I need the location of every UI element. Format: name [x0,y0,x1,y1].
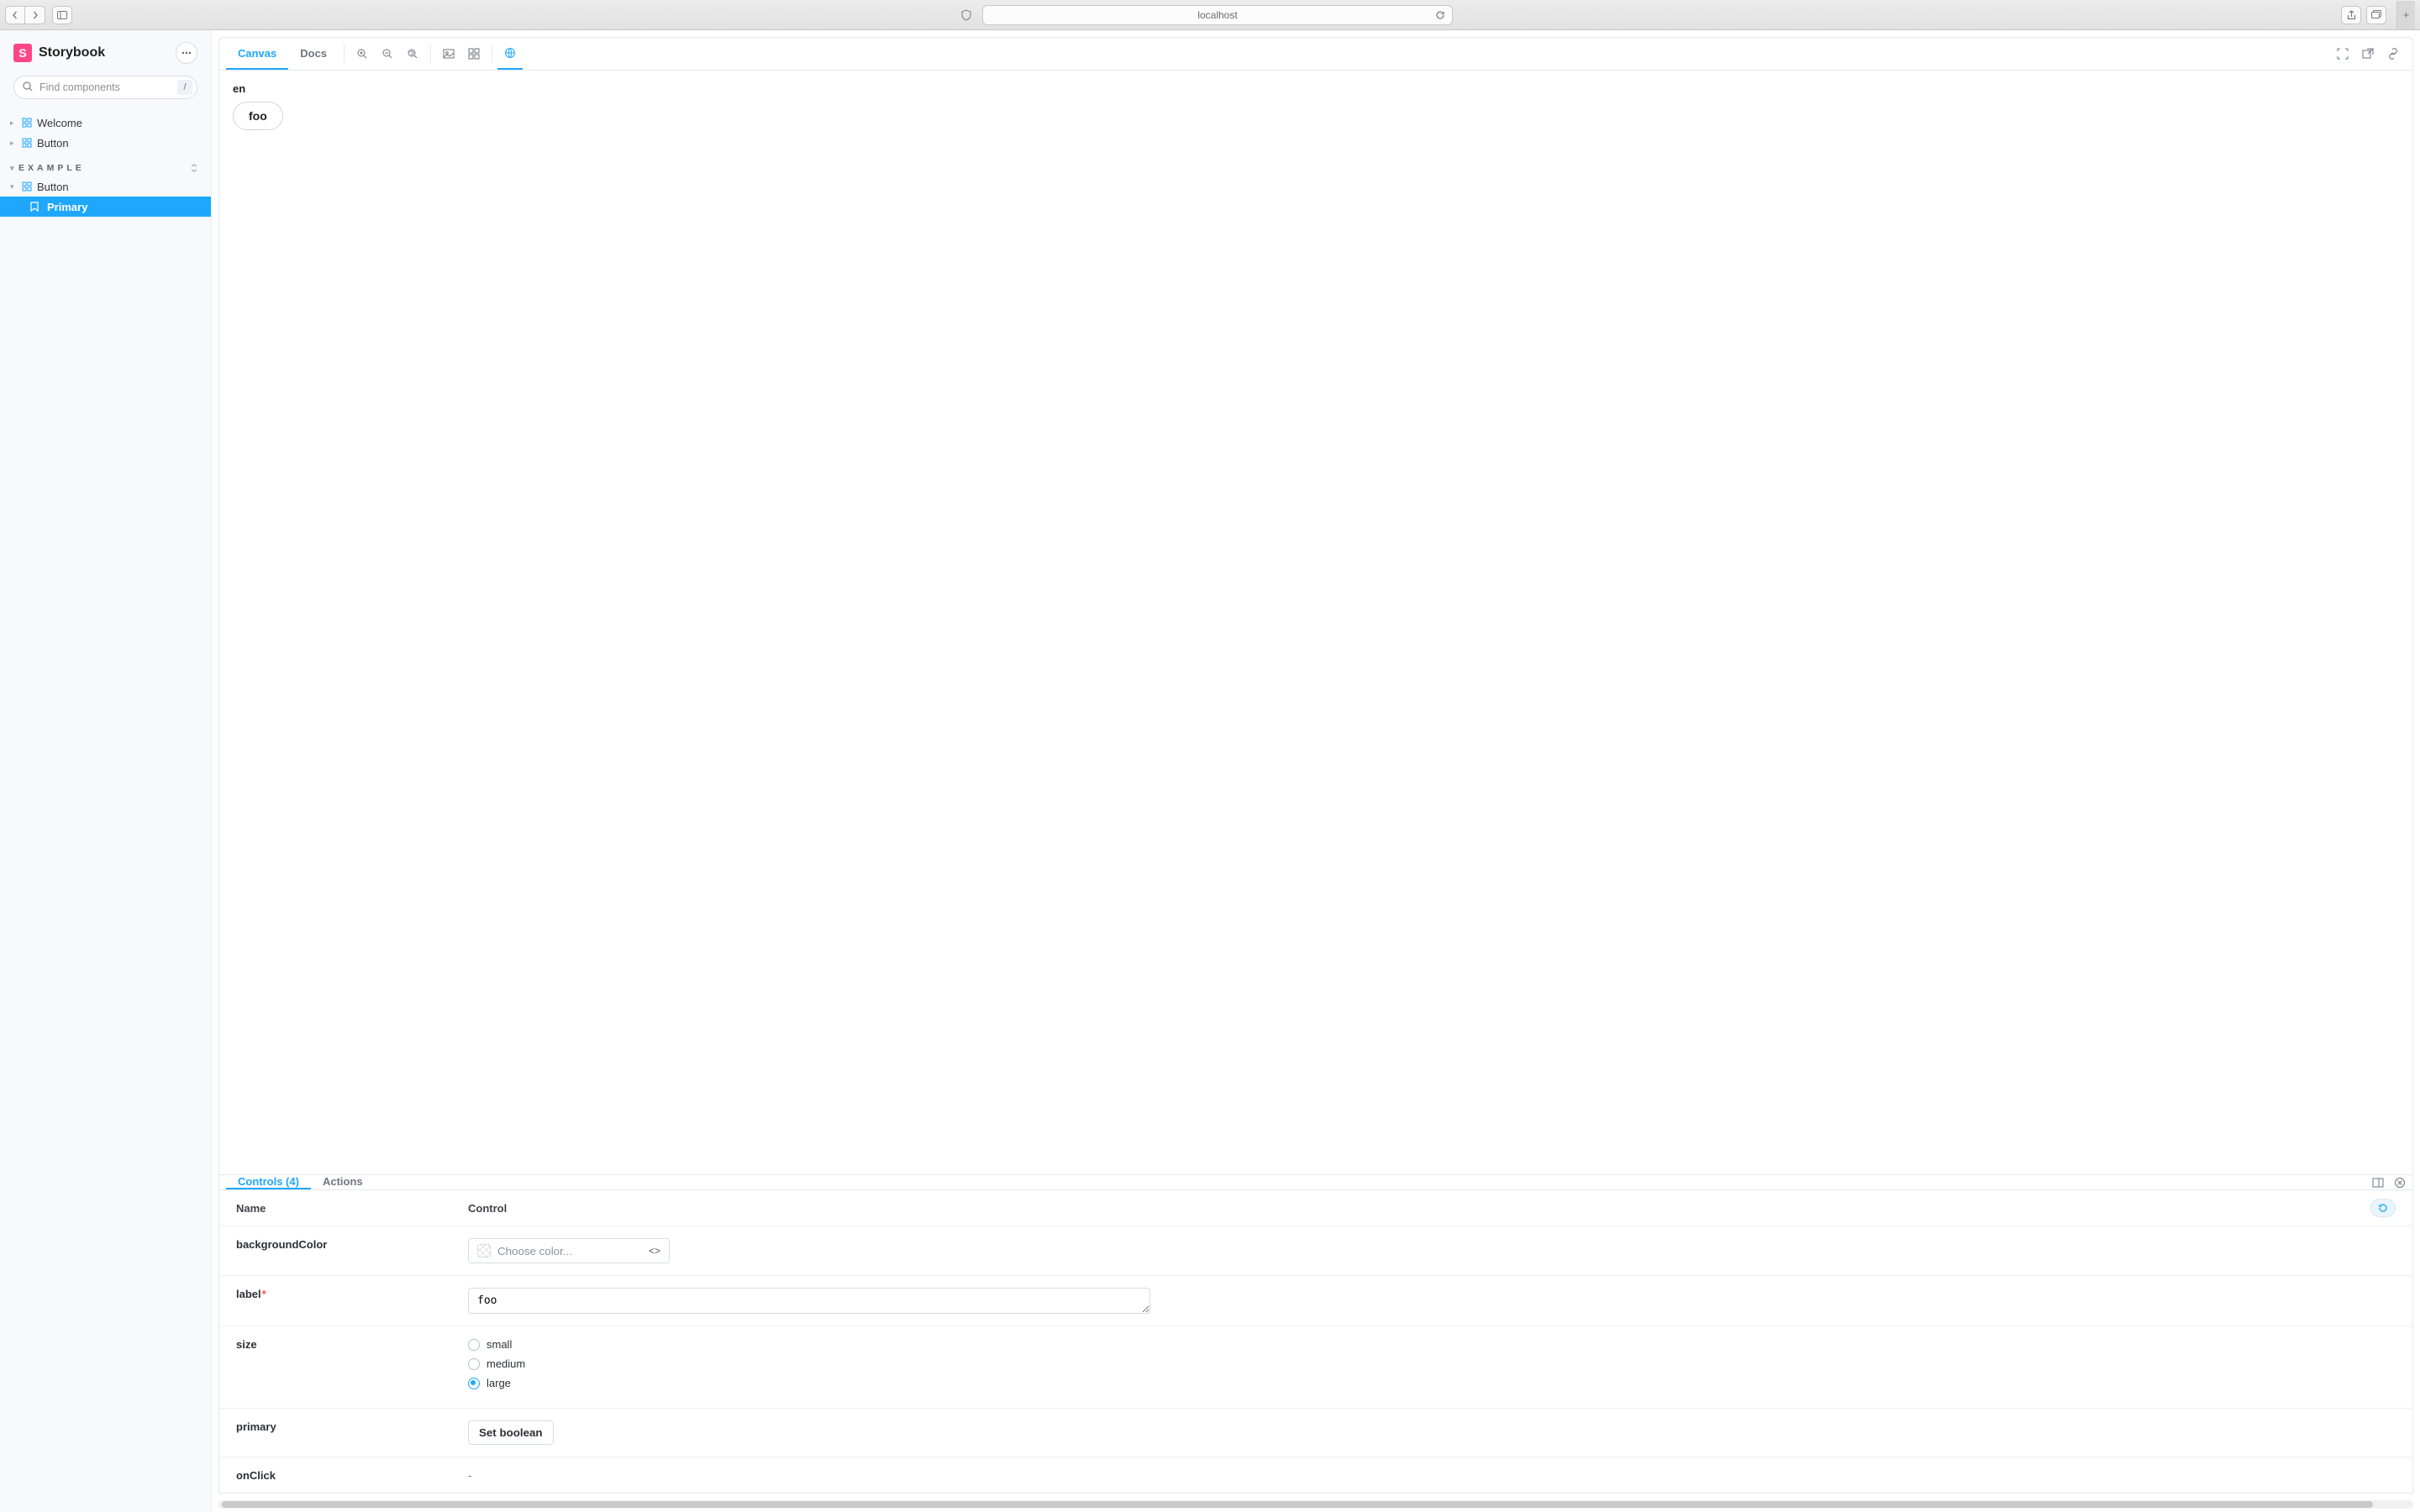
nav-back-button[interactable] [5,6,25,24]
preview-button[interactable]: foo [233,102,283,130]
tab-label: Docs [300,47,327,60]
radio-option-small[interactable]: small [468,1338,525,1351]
zoom-reset-button[interactable] [400,38,425,70]
storybook-logo-icon: S [13,44,32,62]
brand-title: Storybook [39,45,105,60]
collapse-icon[interactable] [189,163,199,173]
radio-medium[interactable] [468,1358,480,1370]
search-icon [22,81,34,92]
locale-label: en [233,82,2399,95]
copy-link-button[interactable] [2381,38,2406,70]
privacy-shield-icon[interactable] [960,9,972,21]
sidebar: S Storybook / ▸ Welcome ▸ Button ▾ EXAMP… [0,30,212,1512]
control-name: primary [236,1420,468,1433]
sidebar-toggle-button[interactable] [52,6,72,24]
size-radio-group: small medium large [468,1338,525,1396]
reset-controls-button[interactable] [2370,1199,2396,1217]
sidebar-item-welcome[interactable]: ▸ Welcome [0,113,211,133]
addon-tab-controls[interactable]: Controls (4) [226,1175,311,1189]
button-label: Set boolean [479,1426,543,1439]
reload-icon[interactable] [1435,10,1445,20]
grid-button[interactable] [461,38,487,70]
component-icon [22,118,32,128]
tab-docs[interactable]: Docs [288,38,339,70]
sidebar-menu-button[interactable] [176,42,197,64]
nav-forward-button[interactable] [25,6,45,24]
zoom-out-button[interactable] [375,38,400,70]
radio-small[interactable] [468,1339,480,1351]
control-row-onclick: onClick - [219,1457,2412,1494]
fullscreen-button[interactable] [2330,38,2355,70]
horizontal-scrollbar[interactable] [218,1500,2413,1509]
background-button[interactable] [436,38,461,70]
radio-large[interactable] [468,1378,480,1389]
sidebar-item-button-root[interactable]: ▸ Button [0,133,211,153]
sidebar-item-label: Welcome [37,117,82,129]
zoom-in-button[interactable] [350,38,375,70]
tab-label: Actions [323,1175,363,1188]
story-label: Primary [47,201,87,213]
col-header-control: Control [468,1202,507,1215]
controls-header-row: Name Control [219,1190,2412,1226]
color-swatch-icon [477,1244,491,1257]
url-text: localhost [1197,9,1237,21]
caret-icon: ▸ [10,118,17,128]
sidebar-item-label: Button [37,137,69,150]
preview-toolbar: Canvas Docs [218,37,2413,71]
control-name: onClick [236,1469,468,1482]
canvas-area: en foo [218,71,2413,1174]
panel-orientation-button[interactable] [2372,1177,2384,1189]
open-new-tab-button[interactable] [2355,38,2381,70]
tabs-button[interactable] [2366,6,2386,24]
tab-label: Canvas [238,47,276,60]
nav-tree: ▸ Welcome ▸ Button ▾ EXAMPLE ▾ Button [0,109,211,217]
caret-down-icon: ▾ [10,182,17,192]
search-field[interactable]: / [13,76,197,99]
sidebar-section-example[interactable]: ▾ EXAMPLE [0,153,211,176]
new-tab-button[interactable]: + [2396,1,2415,29]
control-name: backgroundColor [236,1238,468,1251]
tab-canvas[interactable]: Canvas [226,38,288,70]
radio-label: small [487,1338,512,1351]
tab-label: Controls (4) [238,1175,299,1188]
search-shortcut-badge: / [177,80,192,95]
set-boolean-button[interactable]: Set boolean [468,1420,554,1445]
col-header-name: Name [236,1202,468,1215]
control-row-label: label* [219,1276,2412,1326]
bookmark-icon [30,202,40,212]
caret-icon: ▸ [10,139,17,148]
component-icon [22,181,32,192]
control-name: label* [236,1288,468,1300]
sidebar-item-label: Button [37,181,69,193]
addons-panel: Controls (4) Actions Name Control backgr… [218,1174,2413,1494]
color-placeholder: Choose color... [497,1245,572,1257]
control-row-primary: primary Set boolean [219,1409,2412,1457]
preview-button-label: foo [249,109,267,123]
url-bar[interactable]: localhost [982,5,1453,25]
caret-down-icon: ▾ [10,164,17,173]
radio-option-large[interactable]: large [468,1377,525,1389]
control-name: size [236,1338,468,1351]
addon-tab-actions[interactable]: Actions [311,1175,375,1189]
sidebar-story-primary[interactable]: Primary [0,197,211,217]
radio-label: large [487,1377,511,1389]
share-button[interactable] [2341,6,2361,24]
locale-button[interactable] [497,38,523,70]
color-format-toggle-icon[interactable]: <> [649,1245,660,1257]
panel-close-button[interactable] [2394,1177,2406,1189]
sidebar-item-button[interactable]: ▾ Button [0,176,211,197]
radio-label: medium [487,1357,525,1370]
label-input[interactable] [468,1288,1150,1314]
color-picker-button[interactable]: Choose color... <> [468,1238,670,1263]
required-asterisk: * [262,1288,266,1300]
section-title: EXAMPLE [18,163,85,173]
component-icon [22,138,32,148]
radio-option-medium[interactable]: medium [468,1357,525,1370]
control-row-size: size small medium large [219,1326,2412,1409]
control-value: - [468,1469,471,1482]
search-input[interactable] [13,76,197,99]
control-row-backgroundcolor: backgroundColor Choose color... <> [219,1226,2412,1276]
browser-chrome: localhost + [0,0,2420,30]
